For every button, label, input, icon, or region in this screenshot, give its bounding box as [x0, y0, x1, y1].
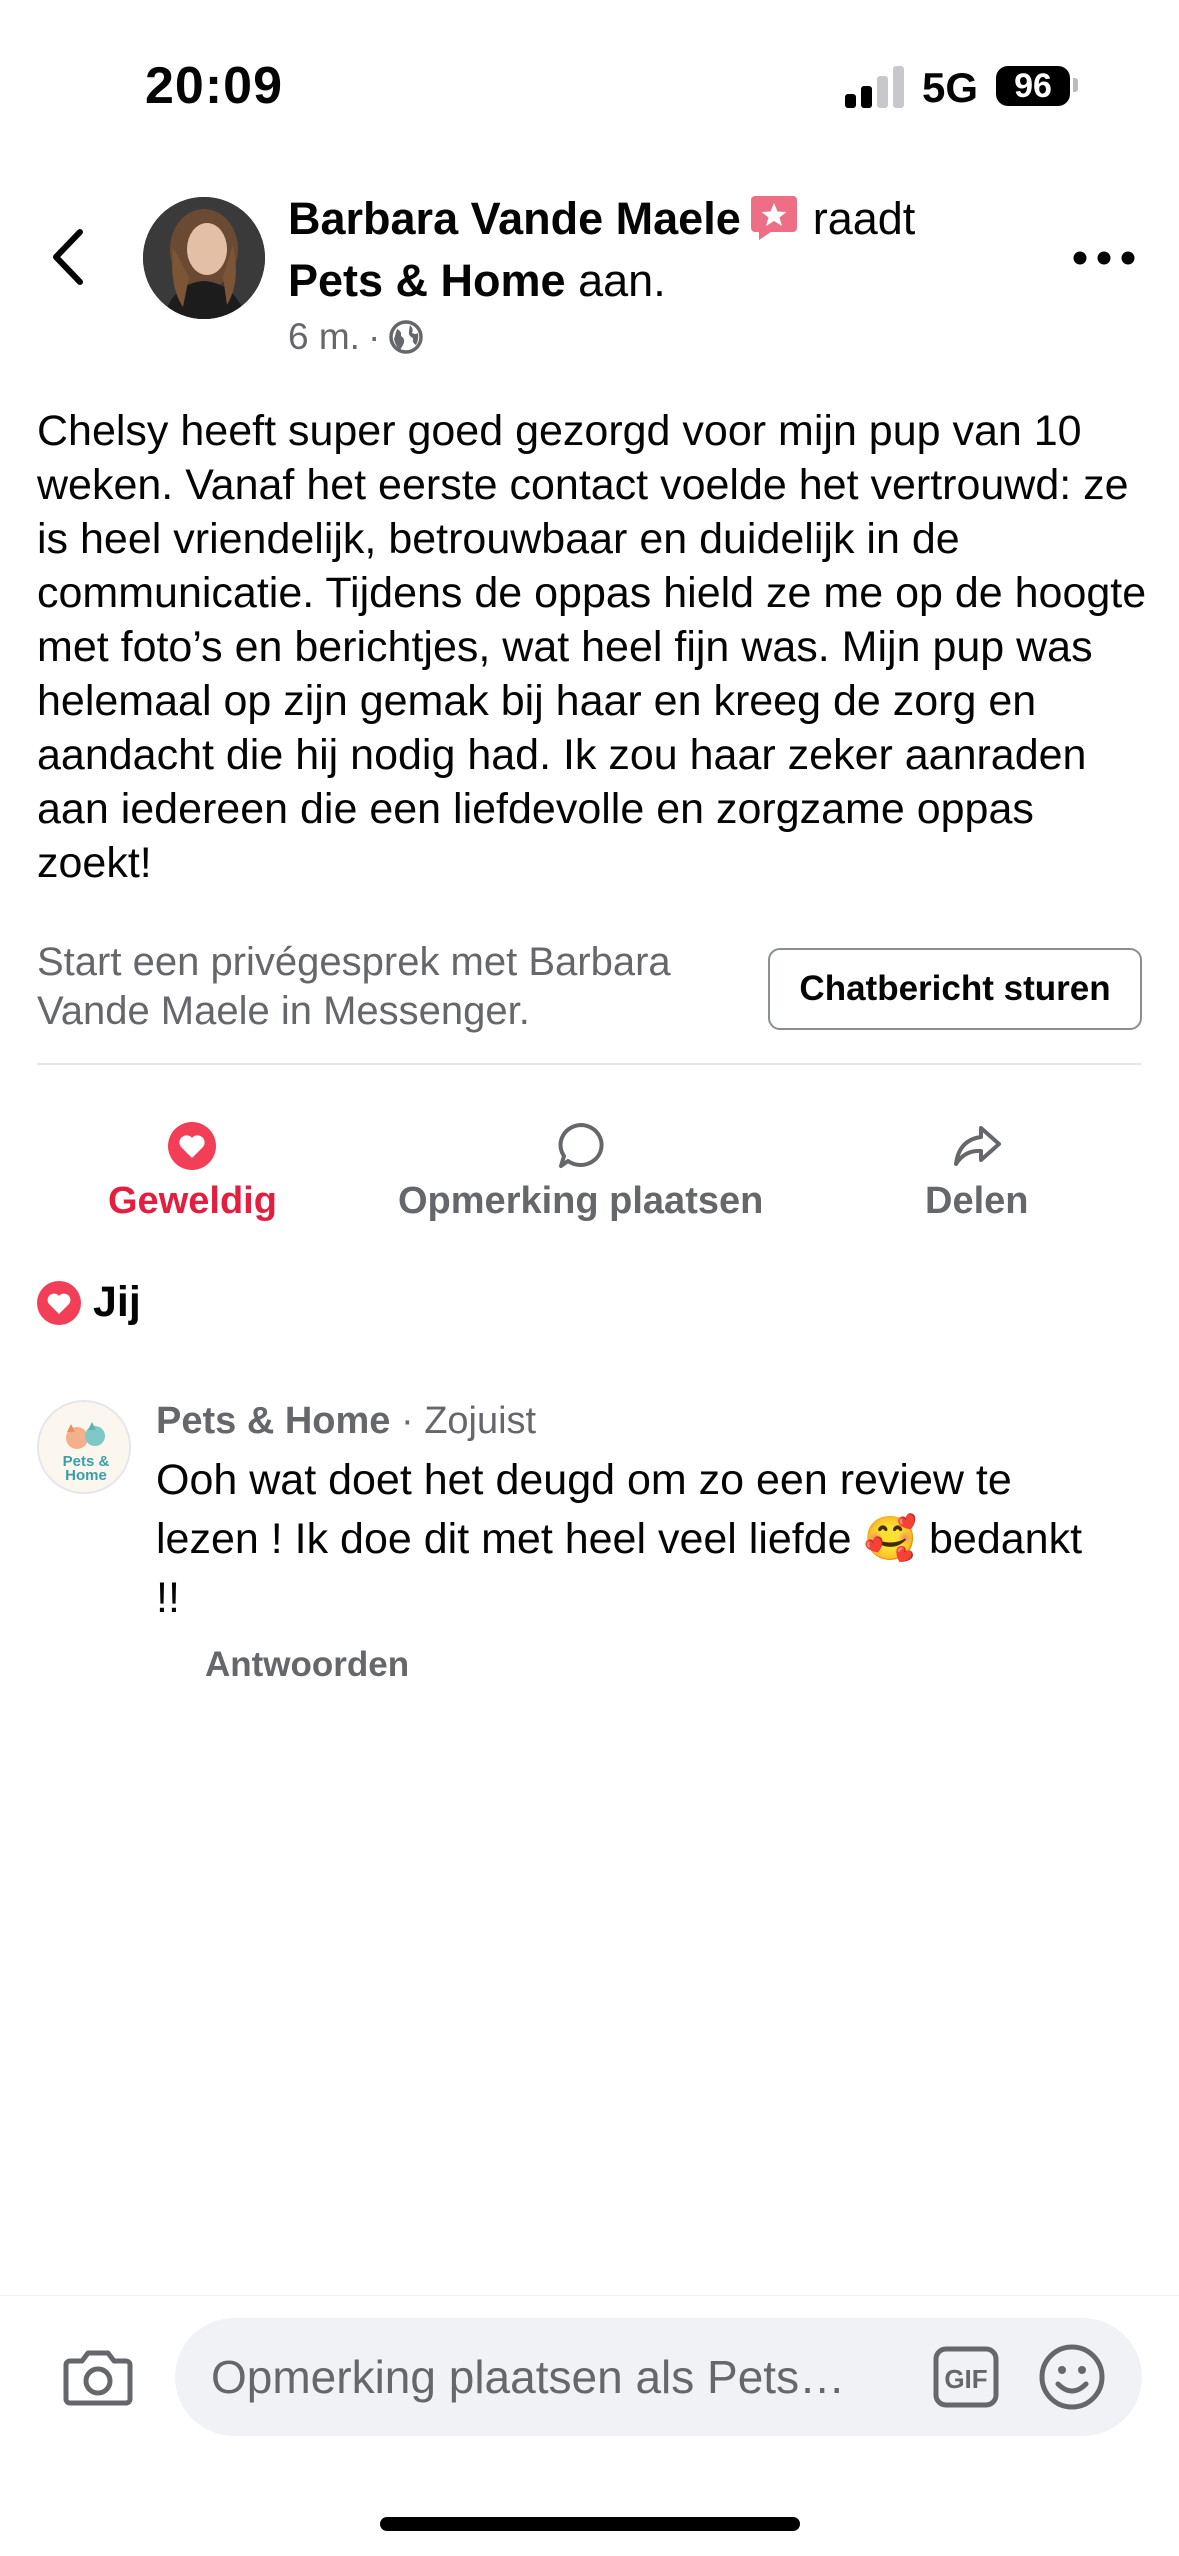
comment: Pets & Home · Zojuist Ooh wat doet het d… [156, 1395, 1096, 1628]
reactions-summary[interactable]: Jij [35, 1278, 141, 1327]
heart-reaction-icon [37, 1280, 81, 1325]
network-type: 5G [922, 64, 979, 111]
post-meta: 6 m. · [288, 316, 1008, 358]
gif-icon[interactable]: GIF [933, 2346, 999, 2408]
author-name[interactable]: Barbara Vande Maele [288, 193, 741, 244]
battery-cap [1073, 78, 1078, 92]
share-label: Delen [925, 1180, 1029, 1222]
commenter-avatar[interactable]: Pets & Home [37, 1400, 131, 1494]
logo-text-2: Home [65, 1467, 107, 1484]
post-body-text: Chelsy heeft super goed gezorgd voor mij… [37, 407, 1147, 887]
header-line-1: Barbara Vande Maele raadt [288, 188, 1008, 250]
more-options-button[interactable] [1072, 238, 1136, 278]
recommend-verb: raadt [812, 193, 916, 244]
status-time: 20:09 [145, 57, 283, 115]
post-header: Barbara Vande Maele raadt Pets & Home aa… [288, 188, 1008, 358]
page-name-link[interactable]: Pets & Home [288, 255, 566, 306]
comment-bubble-icon [558, 1123, 604, 1168]
reactions-label: Jij [93, 1278, 141, 1326]
comment-separator: · [390, 1400, 425, 1442]
signal-icon [845, 66, 904, 108]
comment-header: Pets & Home · Zojuist [156, 1395, 1096, 1447]
meta-separator: · [367, 316, 381, 357]
messenger-prompt-text: Start een privégesprek met Barbara Vande… [37, 940, 671, 1033]
header-suffix: aan. [578, 255, 666, 306]
love-label: Geweldig [108, 1180, 277, 1222]
status-bar: 20:09 5G 96 [0, 0, 1179, 170]
messenger-prompt-row: Start een privégesprek met Barbara Vande… [37, 938, 1142, 1038]
share-arrow-icon [953, 1126, 1001, 1166]
divider [37, 1063, 1142, 1065]
pets-home-logo: Pets & Home [39, 1402, 129, 1492]
gif-label: GIF [944, 2364, 987, 2394]
comment-input[interactable] [211, 2318, 911, 2436]
heart-icon [168, 1122, 217, 1170]
recommend-badge-icon [750, 196, 797, 240]
comment-author[interactable]: Pets & Home [156, 1400, 390, 1442]
back-button[interactable] [40, 222, 100, 292]
share-button[interactable]: Delen [925, 1120, 1028, 1223]
camera-icon[interactable] [62, 2345, 134, 2409]
comment-input-field[interactable]: GIF [175, 2318, 1142, 2436]
header-line-2: Pets & Home aan. [288, 250, 1008, 312]
home-indicator[interactable] [380, 2517, 800, 2531]
avatar-image [143, 197, 265, 319]
love-reaction-button[interactable]: Geweldig [108, 1120, 277, 1223]
battery-indicator: 96 [996, 66, 1070, 106]
post-actions-bar: Geweldig Opmerking plaatsen Delen [0, 1120, 1179, 1240]
comment-label: Opmerking plaatsen [398, 1180, 764, 1222]
comment-text: Ooh wat doet het deugd om zo een review … [156, 1456, 1083, 1622]
comment-button[interactable]: Opmerking plaatsen [398, 1120, 763, 1223]
reply-button[interactable]: Antwoorden [205, 1645, 409, 1685]
post-time[interactable]: 6 m. [288, 316, 360, 358]
send-chat-message-button[interactable]: Chatbericht sturen [768, 948, 1142, 1030]
emoji-icon[interactable] [1037, 2342, 1107, 2412]
globe-icon [389, 320, 424, 354]
author-avatar[interactable] [143, 197, 265, 319]
comment-time: Zojuist [424, 1400, 537, 1442]
